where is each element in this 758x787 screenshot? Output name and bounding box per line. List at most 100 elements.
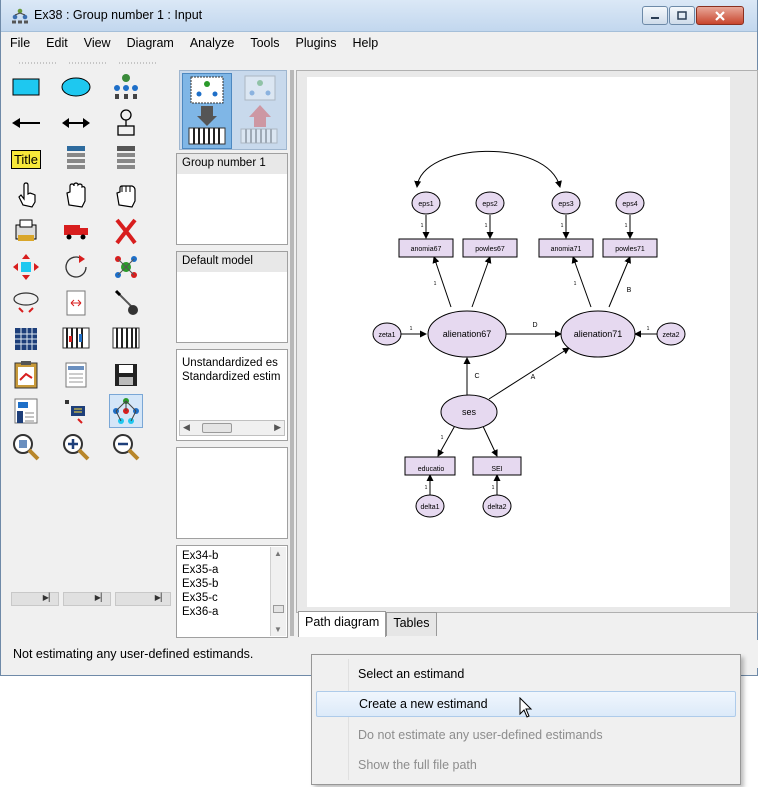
empty-pane — [176, 447, 288, 539]
path-label-one: 1 — [647, 326, 650, 332]
path-diagram: eps1 eps2 eps3 eps4 anomia67 powles67 an… — [372, 150, 686, 518]
single-arrow-icon[interactable] — [9, 106, 43, 140]
drag-properties-icon[interactable] — [59, 394, 93, 428]
window-title: Ex38 : Group number 1 : Input — [34, 8, 203, 22]
menu-view[interactable]: View — [75, 33, 118, 55]
zoom-select-icon[interactable] — [9, 430, 43, 464]
path-label-one: 1 — [421, 223, 424, 229]
estimate-item-standardized[interactable]: Standardized estim — [177, 370, 287, 384]
rectangle-icon[interactable] — [9, 70, 43, 104]
erase-icon[interactable] — [109, 214, 143, 248]
unique-variable-icon[interactable] — [109, 106, 143, 140]
close-button[interactable] — [696, 6, 744, 25]
toolbox-scroll-strip[interactable]: ▶▏ — [63, 592, 111, 606]
label-zeta1: zeta1 — [378, 332, 395, 339]
label-alienation71: alienation71 — [574, 329, 623, 339]
preserve-symmetries-icon[interactable] — [109, 394, 143, 428]
toolbox-grips — [19, 62, 157, 64]
scroll-left-arrow[interactable]: ◀ — [183, 422, 190, 433]
deselect-all-icon[interactable] — [109, 178, 143, 212]
groups-pane[interactable]: Group number 1 — [176, 153, 288, 245]
rotate-icon[interactable] — [59, 250, 93, 284]
view-output-button[interactable] — [235, 73, 285, 149]
menu-diagram[interactable]: Diagram — [118, 33, 181, 55]
zoom-in-icon[interactable] — [59, 430, 93, 464]
menu-item-select-estimand[interactable]: Select an estimand — [316, 662, 736, 688]
path-label-a: A — [531, 374, 536, 381]
analysis-properties-icon[interactable] — [59, 322, 93, 356]
menu-plugins[interactable]: Plugins — [287, 33, 344, 55]
tab-tables[interactable]: Tables — [386, 612, 437, 636]
model-item[interactable]: Default model — [177, 252, 287, 272]
double-arrow-icon[interactable] — [59, 106, 93, 140]
menu-tools[interactable]: Tools — [241, 33, 286, 55]
close-icon — [715, 10, 725, 21]
clipboard-icon[interactable] — [9, 358, 43, 392]
estimates-pane[interactable]: Unstandardized es Standardized estim ◀ ▶ — [176, 349, 288, 441]
calculate-estimates-icon[interactable] — [109, 322, 143, 356]
reflect-icon[interactable] — [109, 250, 143, 284]
scroll-thumb[interactable] — [202, 423, 232, 433]
menu-edit[interactable]: Edit — [37, 33, 75, 55]
estimate-item-unstandardized[interactable]: Unstandardized es — [177, 356, 287, 370]
tab-path-diagram[interactable]: Path diagram — [298, 611, 387, 637]
models-pane[interactable]: Default model — [176, 251, 288, 343]
files-pane[interactable]: Ex34-b Ex35-a Ex35-b Ex35-c Ex36-a ▲ ▼ — [176, 545, 288, 638]
title-icon[interactable]: Title — [9, 142, 43, 176]
label-eps3: eps3 — [558, 201, 573, 208]
scroll-thumb[interactable] — [273, 605, 284, 613]
list-dataset-icon[interactable] — [109, 142, 143, 176]
save-icon[interactable] — [109, 358, 143, 392]
move-icon[interactable] — [59, 214, 93, 248]
maximize-icon — [677, 11, 687, 20]
menu-item-show-full-path[interactable]: Show the full file path — [316, 753, 736, 779]
data-files-icon[interactable] — [9, 322, 43, 356]
toolbox-scroll-strip[interactable]: ▶▏ — [11, 592, 59, 606]
indicator-icon[interactable] — [109, 70, 143, 104]
menu-item-do-not-estimate[interactable]: Do not estimate any user-defined estiman… — [316, 723, 736, 749]
estimand-context-menu: Select an estimand Create a new estimand… — [311, 654, 741, 785]
path-label-one: 1 — [574, 281, 577, 287]
vertical-scrollbar[interactable]: ▲ ▼ — [270, 547, 286, 636]
label-eps2: eps2 — [482, 201, 497, 208]
view-input-button[interactable] — [182, 73, 232, 149]
label-eps1: eps1 — [418, 201, 433, 208]
list-variables-icon[interactable] — [59, 142, 93, 176]
horizontal-scrollbar[interactable]: ◀ ▶ — [179, 420, 285, 436]
scroll-up-arrow[interactable]: ▲ — [274, 549, 282, 558]
view-output-icon — [240, 75, 278, 144]
object-properties-icon[interactable] — [9, 394, 43, 428]
toolbox-scroll-strip[interactable]: ▶▏ — [115, 592, 171, 606]
select-all-icon[interactable] — [59, 178, 93, 212]
reposition-icon[interactable] — [59, 286, 93, 320]
path-toggle-area — [179, 70, 287, 150]
select-one-icon[interactable] — [9, 178, 43, 212]
label-anomia67: anomia67 — [411, 246, 442, 253]
menu-file[interactable]: File — [1, 33, 37, 55]
maximize-button[interactable] — [669, 6, 695, 25]
label-alienation67: alienation67 — [443, 329, 492, 339]
text-output-icon[interactable] — [59, 358, 93, 392]
path-label-b: B — [627, 287, 632, 294]
touch-up-icon[interactable] — [109, 286, 143, 320]
path-label-one: 1 — [410, 326, 413, 332]
label-powles67: powles67 — [475, 246, 505, 253]
zoom-out-icon[interactable] — [109, 430, 143, 464]
scroll-right-arrow[interactable]: ▶ — [274, 422, 281, 433]
group-item[interactable]: Group number 1 — [177, 154, 287, 174]
minimize-button[interactable] — [642, 6, 668, 25]
path-diagram-canvas[interactable]: eps1 eps2 eps3 eps4 anomia67 powles67 an… — [307, 77, 730, 607]
mouse-cursor-icon — [519, 697, 533, 718]
path-label-one: 1 — [485, 223, 488, 229]
scroll-down-arrow[interactable]: ▼ — [274, 625, 282, 634]
label-SEI: SEI — [491, 466, 502, 473]
menu-analyze[interactable]: Analyze — [181, 33, 241, 55]
duplicate-icon[interactable] — [9, 214, 43, 248]
panel-splitter[interactable] — [290, 70, 294, 636]
ellipse-icon[interactable] — [59, 70, 93, 104]
status-text[interactable]: Not estimating any user-defined estimand… — [13, 647, 253, 661]
menu-help[interactable]: Help — [344, 33, 386, 55]
shape-change-icon[interactable] — [9, 250, 43, 284]
path-label-d: D — [532, 322, 537, 329]
move-parameters-icon[interactable] — [9, 286, 43, 320]
